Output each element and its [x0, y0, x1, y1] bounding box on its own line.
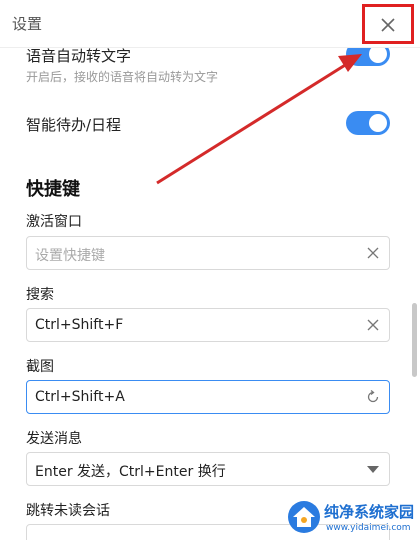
voice-to-text-toggle[interactable]: [346, 48, 390, 66]
send-message-label: 发送消息: [26, 431, 82, 447]
scrollbar-thumb[interactable]: [412, 303, 417, 377]
watermark-brand: 纯净系统家园: [324, 503, 415, 521]
voice-to-text-label: 语音自动转文字: [26, 48, 132, 65]
activate-window-placeholder: 设置快捷键: [35, 248, 105, 264]
watermark-url: www.yidaimei.com: [326, 523, 411, 533]
jump-unread-label: 跳转未读会话: [26, 503, 110, 519]
activate-window-label: 激活窗口: [26, 214, 82, 230]
send-message-select[interactable]: Enter 发送，Ctrl+Enter 换行: [26, 452, 390, 486]
close-icon[interactable]: [376, 13, 400, 37]
clear-icon[interactable]: [365, 245, 381, 261]
chevron-down-icon[interactable]: [367, 466, 379, 473]
window-title: 设置: [12, 15, 43, 33]
toggle-knob: [369, 48, 387, 63]
search-shortcut-value: Ctrl+Shift+F: [35, 317, 124, 333]
screenshot-shortcut-label: 截图: [26, 359, 54, 375]
screenshot-shortcut-value: Ctrl+Shift+A: [35, 389, 125, 405]
activate-window-input[interactable]: 设置快捷键: [26, 236, 390, 270]
settings-content: 语音自动转文字 开启后，接收的语音将自动转为文字 智能待办/日程 快捷键 激活窗…: [0, 48, 420, 540]
annotation-highlight-box: [362, 4, 414, 44]
send-message-selected: Enter 发送，Ctrl+Enter 换行: [35, 464, 226, 480]
smart-todo-toggle[interactable]: [346, 111, 390, 135]
search-shortcut-input[interactable]: Ctrl+Shift+F: [26, 308, 390, 342]
search-shortcut-label: 搜索: [26, 287, 54, 303]
shortcuts-section-title: 快捷键: [26, 179, 80, 200]
watermark-logo: [288, 501, 320, 533]
toggle-knob: [369, 114, 387, 132]
voice-to-text-description: 开启后，接收的语音将自动转为文字: [26, 70, 219, 84]
reset-icon[interactable]: [365, 389, 381, 405]
screenshot-shortcut-input[interactable]: Ctrl+Shift+A: [26, 380, 390, 414]
smart-todo-label: 智能待办/日程: [26, 116, 122, 134]
title-bar: 设置: [0, 0, 420, 48]
clear-icon[interactable]: [365, 317, 381, 333]
watermark: 纯净系统家园 www.yidaimei.com: [282, 497, 418, 537]
settings-window: 设置 语音自动转文字 开启后，接收的语音将自动转为文字 智能待办/日程 快捷键 …: [0, 0, 420, 540]
